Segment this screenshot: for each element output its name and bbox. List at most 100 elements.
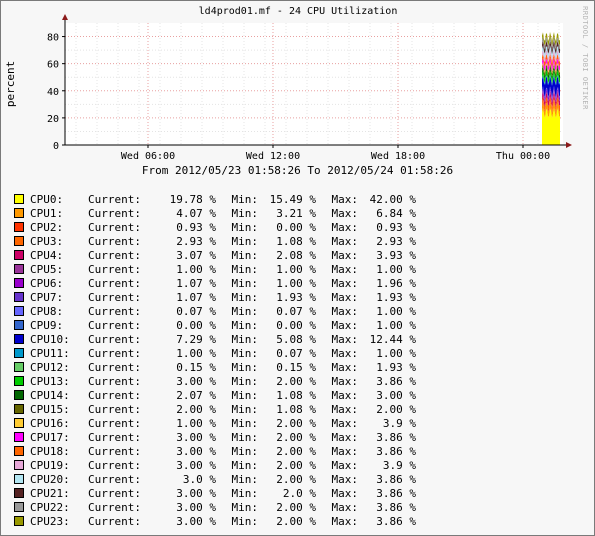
legend-current-value: 3.00 % — [176, 374, 216, 388]
legend-min-value: 2.00 % — [276, 430, 316, 444]
legend-min-value: 2.00 % — [276, 444, 316, 458]
legend-current-label: Current: — [88, 192, 141, 206]
legend-max-value: 12.44 % — [369, 332, 416, 346]
y-tick-label: 40 — [47, 87, 59, 98]
legend-current-value: 2.00 % — [176, 402, 216, 416]
x-axis-arrow — [566, 142, 572, 148]
legend-series-name: CPU16: — [30, 416, 70, 430]
legend-current-label: Current: — [88, 500, 141, 514]
legend-current-value: 3.00 % — [176, 430, 216, 444]
legend-max-value: 3.86 % — [376, 374, 416, 388]
legend-current-value: 1.00 % — [176, 262, 216, 276]
legend-min-value: 1.08 % — [276, 234, 316, 248]
legend-max-label: Max: — [331, 388, 359, 402]
legend-min-label: Min: — [231, 318, 259, 332]
legend-min-label: Min: — [231, 220, 259, 234]
legend-min-label: Min: — [231, 374, 259, 388]
legend-swatch — [14, 488, 24, 498]
legend-current-value: 7.29 % — [176, 332, 216, 346]
legend-min-label: Min: — [231, 262, 259, 276]
legend-max-value: 42.00 % — [369, 192, 416, 206]
legend-max-value: 3.86 % — [376, 444, 416, 458]
legend-current-value: 4.07 % — [176, 206, 216, 220]
legend-series-name: CPU17: — [30, 430, 70, 444]
legend-min-value: 5.08 % — [276, 332, 316, 346]
legend-max-value: 1.00 % — [376, 304, 416, 318]
legend-current-label: Current: — [88, 332, 141, 346]
chart-svg: ld4prod01.mf - 24 CPU Utilization percen… — [4, 6, 589, 162]
legend-current-label: Current: — [88, 430, 141, 444]
legend-min-value: 1.00 % — [276, 276, 316, 290]
legend-current-label: Current: — [88, 290, 141, 304]
legend-row-cpu2: CPU2: Current: 0.93 % Min: 0.00 % Max: 0.93 % — [14, 220, 416, 234]
legend-row-cpu11: CPU11: Current: 1.00 % Min: 0.07 % Max: 1.00 % — [14, 346, 416, 360]
legend-swatch — [14, 264, 24, 274]
legend-row-cpu9: CPU9: Current: 0.00 % Min: 0.00 % Max: 1.00 % — [14, 318, 416, 332]
legend-max-label: Max: — [331, 248, 359, 262]
legend-swatch — [14, 362, 24, 372]
legend-min-value: 1.93 % — [276, 290, 316, 304]
legend-min-value: 0.00 % — [276, 318, 316, 332]
legend-max-value: 1.96 % — [376, 276, 416, 290]
legend-min-label: Min: — [231, 276, 259, 290]
legend-max-label: Max: — [331, 206, 359, 220]
legend-swatch — [14, 502, 24, 512]
legend-min-value: 0.07 % — [276, 346, 316, 360]
legend-current-value: 1.00 % — [176, 346, 216, 360]
legend-current-label: Current: — [88, 444, 141, 458]
legend-max-label: Max: — [331, 360, 359, 374]
legend-min-label: Min: — [231, 486, 259, 500]
legend-series-name: CPU10: — [30, 332, 70, 346]
legend-row-cpu0: CPU0: Current: 19.78 % Min: 15.49 % Max: 42.00… — [14, 192, 416, 206]
legend-series-name: CPU23: — [30, 514, 70, 528]
legend-max-label: Max: — [331, 444, 359, 458]
legend-swatch — [14, 320, 24, 330]
legend-max-label: Max: — [331, 458, 359, 472]
legend-series-name: CPU9: — [30, 318, 64, 332]
legend-max-value: 3.86 % — [376, 430, 416, 444]
y-axis-label: percent — [4, 61, 17, 107]
legend-min-value: 0.15 % — [276, 360, 316, 374]
legend-row-cpu12: CPU12: Current: 0.15 % Min: 0.15 % Max: 1.93 % — [14, 360, 416, 374]
legend-max-label: Max: — [331, 220, 359, 234]
legend-current-label: Current: — [88, 276, 141, 290]
legend-swatch — [14, 250, 24, 260]
x-tick-label: Wed 12:00 — [246, 151, 300, 162]
legend-series-name: CPU7: — [30, 290, 64, 304]
legend-row-cpu18: CPU18: Current: 3.00 % Min: 2.00 % Max: 3.86 % — [14, 444, 416, 458]
legend-min-value: 2.00 % — [276, 514, 316, 528]
legend-series-name: CPU14: — [30, 388, 70, 402]
legend-max-value: 1.93 % — [376, 290, 416, 304]
legend-min-value: 2.08 % — [276, 248, 316, 262]
legend-row-cpu8: CPU8: Current: 0.07 % Min: 0.07 % Max: 1.00 % — [14, 304, 416, 318]
legend-row-cpu3: CPU3: Current: 2.93 % Min: 1.08 % Max: 2.93 % — [14, 234, 416, 248]
legend-min-value: 2.00 % — [276, 472, 316, 486]
legend-row-cpu22: CPU22: Current: 3.00 % Min: 2.00 % Max: 3.86 % — [14, 500, 416, 514]
legend-max-label: Max: — [331, 486, 359, 500]
legend-series-name: CPU3: — [30, 234, 64, 248]
legend-swatch — [14, 194, 24, 204]
legend-max-value: 3.93 % — [376, 248, 416, 262]
legend-min-label: Min: — [231, 388, 259, 402]
legend-series-name: CPU19: — [30, 458, 70, 472]
legend-swatch — [14, 334, 24, 344]
legend-swatch — [14, 446, 24, 456]
legend-current-value: 2.07 % — [176, 388, 216, 402]
legend-max-label: Max: — [331, 262, 359, 276]
legend-current-value: 3.07 % — [176, 248, 216, 262]
legend-max-value: 2.93 % — [376, 234, 416, 248]
legend-series-name: CPU4: — [30, 248, 64, 262]
legend-min-label: Min: — [231, 514, 259, 528]
legend-swatch — [14, 278, 24, 288]
legend-min-label: Min: — [231, 416, 259, 430]
x-tick-label: Wed 06:00 — [121, 151, 175, 162]
legend-series-name: CPU11: — [30, 346, 70, 360]
y-axis-arrow — [62, 14, 68, 20]
legend-swatch — [14, 376, 24, 386]
legend-min-label: Min: — [231, 248, 259, 262]
legend-swatch — [14, 236, 24, 246]
legend-swatch — [14, 432, 24, 442]
legend-current-label: Current: — [88, 486, 141, 500]
legend-max-label: Max: — [331, 416, 359, 430]
legend-max-label: Max: — [331, 192, 359, 206]
